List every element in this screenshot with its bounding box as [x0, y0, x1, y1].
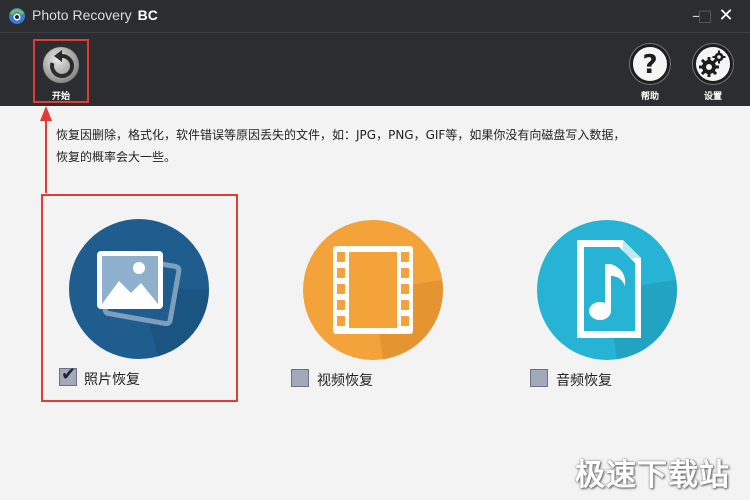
help-label: 帮助: [640, 92, 659, 102]
description-line-1: 恢复因删除，格式化，软件错误等原因丢失的文件，如：JPG，PNG，GIF等，如果…: [56, 128, 626, 142]
photo-icon[interactable]: [69, 219, 209, 359]
restart-icon: [42, 46, 80, 84]
audio-recovery-label[interactable]: 音频恢复: [556, 370, 612, 390]
audio-recovery-checkbox[interactable]: [530, 369, 548, 387]
app-logo-icon: [9, 8, 25, 24]
settings-button[interactable]: 设置: [690, 41, 736, 103]
music-file-icon[interactable]: [537, 220, 677, 360]
app-title-suffix: BC: [137, 7, 158, 23]
close-button[interactable]: ✕: [716, 6, 736, 26]
photo-recovery-checkbox[interactable]: ✔: [59, 364, 77, 386]
help-icon: ?: [630, 44, 670, 84]
video-recovery-label[interactable]: 视频恢复: [317, 370, 373, 390]
description-line-2: 恢复的概率会大一些。: [56, 150, 177, 164]
maximize-button[interactable]: □: [694, 6, 716, 26]
start-label: 开始: [51, 92, 70, 102]
checkmark-icon: ✔: [61, 364, 77, 385]
gear-icon: [693, 44, 733, 84]
app-title-text: Photo Recovery: [32, 7, 132, 23]
description-text: 恢复因删除，格式化，软件错误等原因丢失的文件，如：JPG，PNG，GIF等，如果…: [56, 124, 716, 168]
start-button[interactable]: 开始: [33, 39, 89, 103]
title-bar: Photo Recovery BC – □ ✕: [0, 0, 750, 32]
app-title: Photo Recovery BC: [32, 7, 158, 23]
watermark-text: 极速下载站: [575, 458, 730, 493]
svg-text:?: ?: [642, 50, 657, 80]
toolbar: 开始 ? 帮助 设置: [0, 32, 750, 106]
photo-recovery-label[interactable]: 照片恢复: [84, 369, 140, 389]
video-recovery-checkbox[interactable]: [291, 369, 309, 387]
help-button[interactable]: ? 帮助: [627, 41, 673, 103]
settings-label: 设置: [703, 92, 722, 102]
film-icon[interactable]: [303, 220, 443, 360]
